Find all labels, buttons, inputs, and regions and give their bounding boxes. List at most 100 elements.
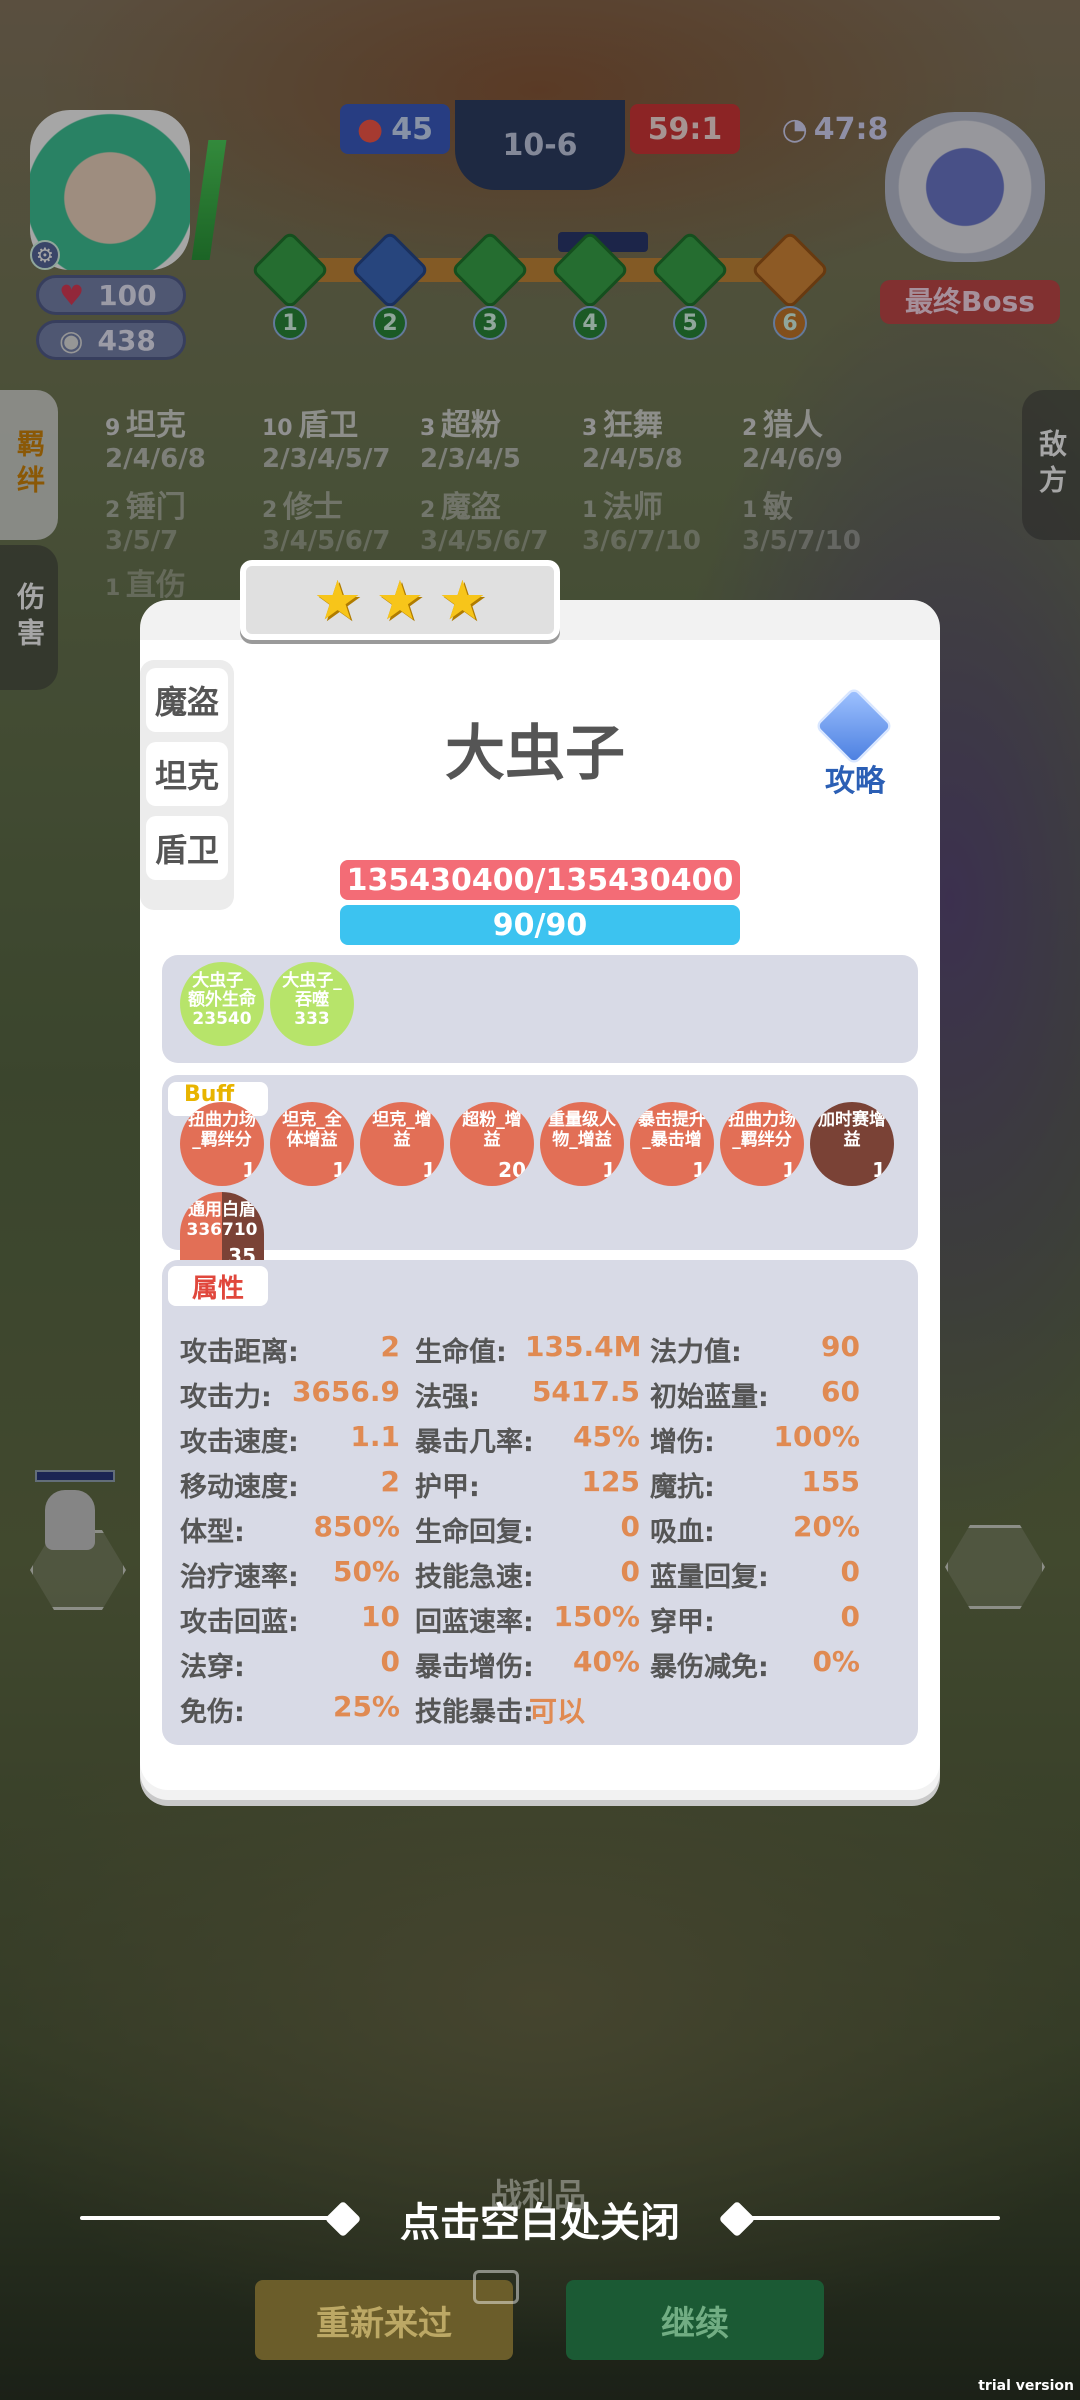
attr-value: 1.1 — [350, 1420, 400, 1453]
skill-line1: 大虫子_ — [282, 971, 342, 991]
buff-value: 20 — [498, 1158, 526, 1182]
attr-key: 技能暴击: — [415, 1697, 534, 1728]
attr-key: 暴伤减免: — [650, 1652, 769, 1683]
buff-line2: _羁绊分 — [192, 1130, 252, 1150]
attr-row: 免伤: 25% 技能暴击: 可以 — [180, 1690, 900, 1730]
skill-badge[interactable]: 大虫子_ 吞噬 333 — [270, 962, 354, 1046]
attr-key: 移动速度: — [180, 1472, 299, 1503]
buff-line1: 扭曲力场 — [188, 1110, 256, 1130]
buff-line2: 益 — [483, 1130, 501, 1150]
buff-line2: 336710 — [186, 1220, 258, 1240]
buff-line2: 益 — [393, 1130, 411, 1150]
buff-value: 1 — [422, 1158, 436, 1182]
attr-value: 5417.5 — [531, 1375, 640, 1408]
trait-tag[interactable]: 魔盗 — [146, 668, 228, 732]
attr-key: 免伤: — [180, 1697, 245, 1728]
buff-line2: _羁绊分 — [732, 1130, 792, 1150]
attr-value: 10 — [361, 1600, 400, 1633]
skill-badge[interactable]: 大虫子_ 额外生命 23540 — [180, 962, 264, 1046]
buff-line2: 益 — [843, 1130, 861, 1150]
attr-row: 攻击力: 3656.9 法强: 5417.5 初始蓝量: 60 — [180, 1375, 900, 1415]
attr-key: 暴击增伤: — [415, 1652, 534, 1683]
unit-hp-bar: 135430400/135430400 — [340, 860, 740, 900]
attr-key: 法强: — [415, 1382, 480, 1413]
attr-value: 25% — [332, 1690, 400, 1723]
unit-name: 大虫子 — [445, 719, 625, 789]
close-hint[interactable]: 点击空白处关闭 — [0, 2190, 1080, 2248]
buff-line1: 加时赛增 — [818, 1110, 886, 1130]
skill-line1: 大虫子_ — [192, 971, 252, 991]
attr-value: 125 — [581, 1465, 640, 1498]
guide-label: 攻略 — [825, 764, 885, 799]
buff-line1: 暴击提升 — [638, 1110, 706, 1130]
attr-key: 生命值: — [415, 1337, 507, 1368]
skill-value: 23540 — [192, 1009, 252, 1029]
attr-value: 0 — [620, 1510, 640, 1543]
buff-line1: 坦克_全 — [282, 1110, 342, 1130]
star-rating: ★ ★ ★ — [240, 560, 560, 640]
buff-line2: 物_增益 — [552, 1130, 612, 1150]
buff-line2: 体增益 — [286, 1130, 338, 1150]
buff-value: 1 — [782, 1158, 796, 1182]
attr-row: 攻击回蓝: 10 回蓝速率: 150% 穿甲: 0 — [180, 1600, 900, 1640]
attr-key: 回蓝速率: — [415, 1607, 534, 1638]
attr-value: 850% — [313, 1510, 400, 1543]
attr-value: 可以 — [528, 1695, 585, 1728]
star-icon: ★ — [375, 568, 425, 632]
attributes-label: 属性 — [168, 1266, 268, 1306]
attr-row: 攻击距离: 2 生命值: 135.4M 法力值: 90 — [180, 1330, 900, 1370]
buff-badge[interactable]: 坦克_增益 1 — [360, 1102, 444, 1186]
buff-line1: 超粉_增 — [462, 1110, 522, 1130]
attr-value: 0 — [380, 1645, 400, 1678]
attr-value: 100% — [773, 1420, 860, 1453]
attr-key: 护甲: — [415, 1472, 480, 1503]
attr-value: 155 — [801, 1465, 860, 1498]
skill-value: 333 — [294, 1009, 330, 1029]
attr-row: 治疗速率: 50% 技能急速: 0 蓝量回复: 0 — [180, 1555, 900, 1595]
attr-key: 吸血: — [650, 1517, 715, 1548]
restart-button[interactable]: 重新来过 — [255, 2270, 519, 2360]
attr-key: 魔抗: — [650, 1472, 715, 1503]
star-icon: ★ — [313, 568, 362, 632]
video-icon — [473, 2270, 519, 2304]
graduation-cap-icon — [814, 686, 894, 766]
buff-badge[interactable]: 超粉_增益 20 — [450, 1102, 534, 1186]
attr-row: 体型: 850% 生命回复: 0 吸血: 20% — [180, 1510, 900, 1550]
attr-key: 攻击力: — [180, 1382, 272, 1413]
attr-row: 法穿: 0 暴击增伤: 40% 暴伤减免: 0% — [180, 1645, 900, 1685]
buff-badge[interactable]: 加时赛增益 1 — [810, 1102, 894, 1186]
buff-badge[interactable]: 扭曲力场 _羁绊分 1 — [720, 1102, 804, 1186]
unit-mp-bar: 90/90 — [340, 905, 740, 945]
attr-key: 攻击距离: — [180, 1337, 299, 1368]
attr-key: 体型: — [180, 1517, 245, 1548]
buff-badge[interactable]: 暴击提升 _暴击增 1 — [630, 1102, 714, 1186]
continue-button[interactable]: 继续 — [566, 2280, 824, 2360]
attr-key: 攻击回蓝: — [180, 1607, 299, 1638]
attr-value: 40% — [572, 1645, 640, 1678]
attr-key: 治疗速率: — [180, 1562, 299, 1593]
trait-tag[interactable]: 盾卫 — [146, 816, 228, 880]
buff-badge[interactable]: 坦克_全 体增益 1 — [270, 1102, 354, 1186]
star-icon: ★ — [438, 568, 487, 632]
buff-value: 1 — [602, 1158, 616, 1182]
restart-label: 重新来过 — [316, 2303, 452, 2344]
trait-tags: 魔盗 坦克 盾卫 — [140, 660, 234, 910]
attr-key: 技能急速: — [415, 1562, 534, 1593]
buff-value: 1 — [242, 1158, 256, 1182]
attr-key: 暴击几率: — [415, 1427, 534, 1458]
attr-value: 45% — [572, 1420, 640, 1453]
trait-tag[interactable]: 坦克 — [146, 742, 228, 806]
attr-value: 0 — [840, 1555, 860, 1588]
buff-line1: 重量级人 — [548, 1110, 616, 1130]
guide-button[interactable]: 攻略 — [800, 686, 910, 800]
skill-line2: 吞噬 — [295, 990, 329, 1010]
attr-key: 法力值: — [650, 1337, 742, 1368]
attr-key: 攻击速度: — [180, 1427, 299, 1458]
buff-badge[interactable]: 重量级人 物_增益 1 — [540, 1102, 624, 1186]
buff-badge[interactable]: 扭曲力场 _羁绊分 1 — [180, 1102, 264, 1186]
attr-key: 初始蓝量: — [650, 1382, 769, 1413]
attr-value: 0 — [620, 1555, 640, 1588]
attr-value: 90 — [821, 1330, 860, 1363]
attr-row: 移动速度: 2 护甲: 125 魔抗: 155 — [180, 1465, 900, 1505]
watermark: trial version — [978, 2378, 1074, 2394]
